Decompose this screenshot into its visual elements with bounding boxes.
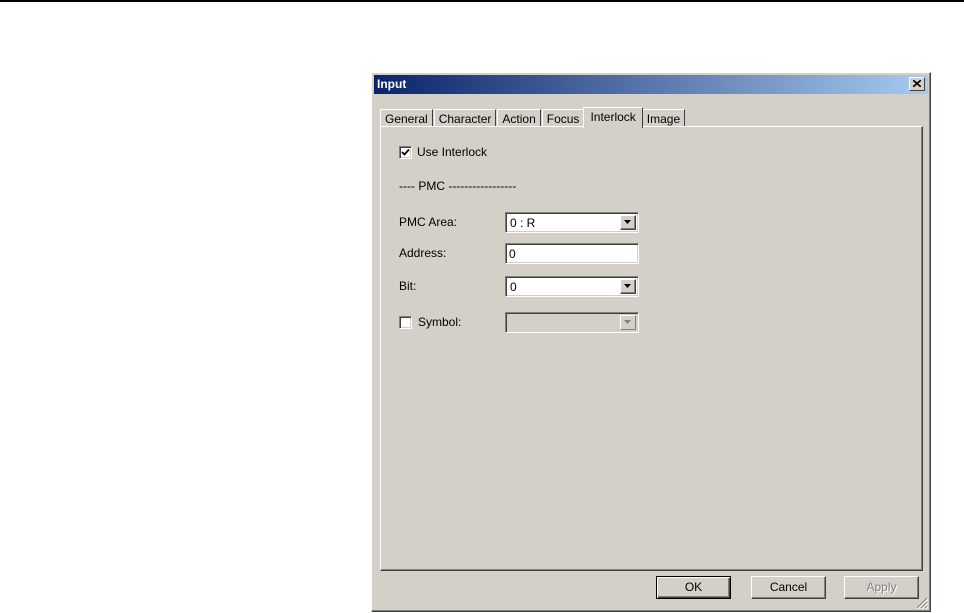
top-rule bbox=[0, 0, 964, 2]
close-button[interactable] bbox=[909, 77, 925, 91]
input-dialog: Input General Character Action Focus Int… bbox=[371, 72, 931, 612]
tab-character[interactable]: Character bbox=[433, 109, 497, 127]
tab-general[interactable]: General bbox=[380, 109, 433, 127]
resize-grip-icon[interactable] bbox=[916, 597, 928, 609]
bit-label: Bit: bbox=[399, 279, 417, 293]
symbol-dropdown-button[interactable] bbox=[620, 315, 636, 330]
close-icon bbox=[913, 80, 921, 87]
tab-interlock[interactable]: Interlock bbox=[583, 107, 643, 128]
pmc-area-label: PMC Area: bbox=[399, 215, 458, 229]
symbol-checkbox[interactable] bbox=[399, 315, 412, 329]
use-interlock-checkbox[interactable] bbox=[399, 145, 412, 159]
dialog-title: Input bbox=[377, 77, 407, 91]
bit-select[interactable]: 0 bbox=[505, 276, 639, 297]
use-interlock-row[interactable]: Use Interlock bbox=[399, 145, 487, 159]
pmc-area-value: 0 : R bbox=[510, 216, 536, 230]
chevron-down-icon bbox=[624, 320, 631, 324]
cancel-button[interactable]: Cancel bbox=[751, 576, 826, 599]
checkmark-icon bbox=[401, 148, 410, 156]
tab-action[interactable]: Action bbox=[497, 109, 541, 127]
interlock-panel: Use Interlock ---- PMC -----------------… bbox=[380, 126, 923, 571]
chevron-down-icon bbox=[624, 284, 631, 288]
pmc-section-label: ---- PMC ----------------- bbox=[399, 179, 517, 193]
ok-button[interactable]: OK bbox=[656, 576, 731, 599]
chevron-down-icon bbox=[624, 220, 631, 224]
apply-button[interactable]: Apply bbox=[844, 576, 919, 599]
tab-strip: General Character Action Focus Interlock… bbox=[380, 105, 686, 128]
symbol-row[interactable]: Symbol: bbox=[399, 315, 461, 329]
bit-value: 0 bbox=[510, 280, 517, 294]
pmc-area-dropdown-button[interactable] bbox=[620, 215, 636, 230]
address-input[interactable] bbox=[505, 243, 639, 264]
dialog-titlebar[interactable]: Input bbox=[374, 75, 928, 94]
address-label: Address: bbox=[399, 246, 447, 260]
symbol-select[interactable] bbox=[505, 312, 639, 333]
bit-dropdown-button[interactable] bbox=[620, 279, 636, 294]
tab-image[interactable]: Image bbox=[641, 109, 686, 127]
symbol-label: Symbol: bbox=[418, 315, 462, 329]
pmc-area-select[interactable]: 0 : R bbox=[505, 212, 639, 233]
use-interlock-label: Use Interlock bbox=[417, 145, 488, 159]
tab-focus[interactable]: Focus bbox=[541, 109, 585, 127]
